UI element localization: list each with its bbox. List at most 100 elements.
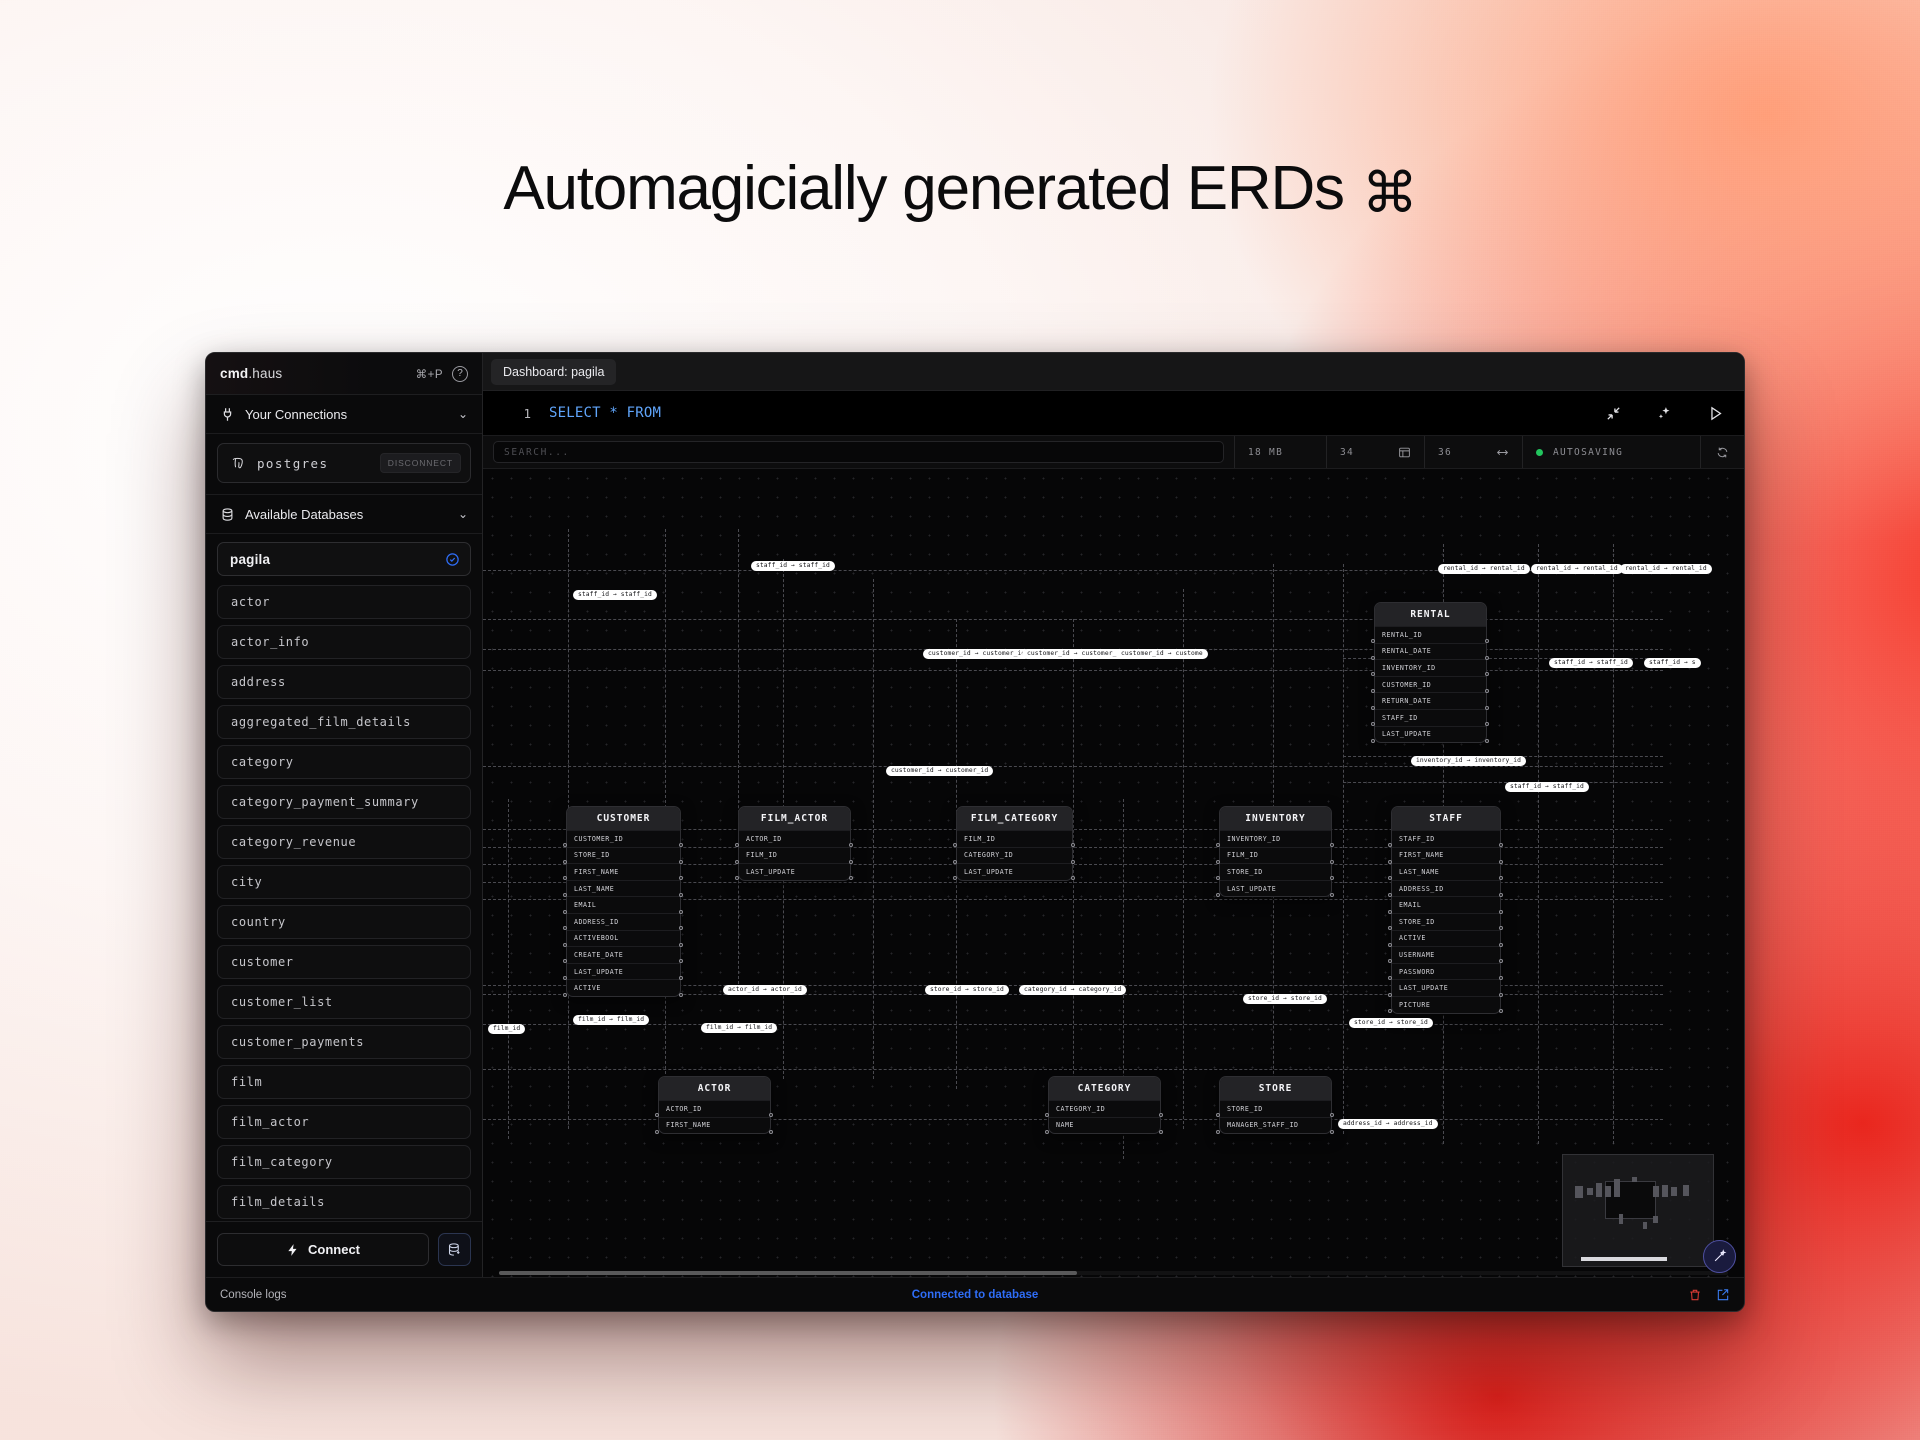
erd-port-right[interactable] xyxy=(769,1129,773,1134)
erd-port-left[interactable] xyxy=(1216,892,1220,897)
table-list-item[interactable]: category xyxy=(217,745,471,779)
erd-port-left[interactable] xyxy=(1216,859,1220,864)
collapse-icon[interactable] xyxy=(1605,405,1622,422)
erd-port-right[interactable] xyxy=(1159,1129,1163,1134)
erd-port-right[interactable] xyxy=(1071,859,1075,864)
erd-port-right[interactable] xyxy=(679,909,683,914)
erd-port-left[interactable] xyxy=(953,876,957,881)
erd-port-left[interactable] xyxy=(563,859,567,864)
erd-port-left[interactable] xyxy=(1371,705,1375,710)
chevron-down-icon[interactable]: ⌄ xyxy=(458,507,468,521)
erd-port-right[interactable] xyxy=(679,892,683,897)
erd-port-right[interactable] xyxy=(1499,975,1503,980)
table-list-item[interactable]: category_payment_summary xyxy=(217,785,471,819)
erd-port-left[interactable] xyxy=(1388,992,1392,997)
erd-port-right[interactable] xyxy=(679,876,683,881)
erd-port-right[interactable] xyxy=(1485,639,1489,644)
erd-table-inventory[interactable]: INVENTORY INVENTORY_ID FILM_ID STORE_ID LAST… xyxy=(1219,806,1332,898)
erd-canvas[interactable]: RENTAL RENTAL_ID RENTAL_DATE INVENTORY_ID CU… xyxy=(483,469,1744,1277)
help-circle-icon[interactable]: ? xyxy=(452,365,468,382)
database-item-pagila[interactable]: pagila xyxy=(217,542,471,576)
erd-port-right[interactable] xyxy=(1499,909,1503,914)
table-list-item[interactable]: actor_info xyxy=(217,625,471,659)
erd-port-right[interactable] xyxy=(1159,1113,1163,1118)
connection-item-postgres[interactable]: postgres DISCONNECT xyxy=(217,443,471,483)
erd-table-staff[interactable]: STAFF STAFF_ID FIRST_NAME LAST_NAME ADDRESS_… xyxy=(1391,806,1501,1014)
table-list-item[interactable]: category_revenue xyxy=(217,825,471,859)
erd-port-right[interactable] xyxy=(1499,843,1503,848)
erd-port-right[interactable] xyxy=(1071,843,1075,848)
table-list-item[interactable]: actor xyxy=(217,585,471,619)
erd-port-left[interactable] xyxy=(1388,942,1392,947)
table-list-item[interactable]: customer_list xyxy=(217,985,471,1019)
erd-port-right[interactable] xyxy=(769,1113,773,1118)
table-list-item[interactable]: city xyxy=(217,865,471,899)
erd-table-customer[interactable]: CUSTOMER CUSTOMER_ID STORE_ID FIRST_NAME LAS… xyxy=(566,806,681,997)
erd-table-actor[interactable]: ACTOR ACTOR_ID FIRST_NAME xyxy=(658,1076,771,1135)
erd-port-right[interactable] xyxy=(1485,722,1489,727)
erd-port-right[interactable] xyxy=(1330,1129,1334,1134)
erd-port-right[interactable] xyxy=(679,926,683,931)
erd-table-film_category[interactable]: FILM_CATEGORY FILM_ID CATEGORY_ID LAST_UPDA… xyxy=(956,806,1073,881)
refresh-button[interactable] xyxy=(1700,436,1744,468)
erd-port-left[interactable] xyxy=(1388,975,1392,980)
table-list-item[interactable]: film xyxy=(217,1065,471,1099)
erd-port-right[interactable] xyxy=(1330,843,1334,848)
erd-port-right[interactable] xyxy=(1485,738,1489,743)
erd-port-right[interactable] xyxy=(1499,876,1503,881)
horizontal-scrollbar[interactable] xyxy=(499,1271,1728,1275)
chevron-down-icon[interactable]: ⌄ xyxy=(458,407,468,421)
erd-port-right[interactable] xyxy=(1499,859,1503,864)
erd-port-right[interactable] xyxy=(849,876,853,881)
table-list-item[interactable]: address xyxy=(217,665,471,699)
erd-port-right[interactable] xyxy=(1499,892,1503,897)
disconnect-button[interactable]: DISCONNECT xyxy=(379,453,461,473)
trash-icon[interactable] xyxy=(1688,1288,1702,1302)
erd-port-right[interactable] xyxy=(1330,1113,1334,1118)
table-list-item[interactable]: customer_payments xyxy=(217,1025,471,1059)
tab-dashboard-pagila[interactable]: Dashboard: pagila xyxy=(491,358,617,385)
table-list[interactable]: actor actor_info address aggregated_film_de… xyxy=(206,585,482,1221)
erd-port-left[interactable] xyxy=(1371,688,1375,693)
erd-port-right[interactable] xyxy=(679,859,683,864)
erd-port-right[interactable] xyxy=(679,959,683,964)
erd-port-left[interactable] xyxy=(1371,655,1375,660)
erd-port-left[interactable] xyxy=(735,876,739,881)
table-list-item[interactable]: country xyxy=(217,905,471,939)
erd-port-right[interactable] xyxy=(1485,688,1489,693)
erd-port-left[interactable] xyxy=(655,1129,659,1134)
sidebar-section-databases[interactable]: Available Databases ⌄ xyxy=(206,495,482,534)
table-list-item[interactable]: film_actor xyxy=(217,1105,471,1139)
erd-port-right[interactable] xyxy=(849,843,853,848)
erd-port-left[interactable] xyxy=(1045,1129,1049,1134)
erd-port-right[interactable] xyxy=(1499,1009,1503,1014)
erd-port-right[interactable] xyxy=(1499,942,1503,947)
command-palette-shortcut[interactable]: ⌘+P xyxy=(416,367,443,381)
erd-port-left[interactable] xyxy=(563,942,567,947)
erd-port-right[interactable] xyxy=(1499,926,1503,931)
erd-port-left[interactable] xyxy=(1388,892,1392,897)
sql-editor[interactable]: 1 SELECT * FROM xyxy=(483,391,1744,436)
erd-port-left[interactable] xyxy=(1388,859,1392,864)
search-input[interactable]: SEARCH... xyxy=(493,441,1224,463)
export-icon[interactable] xyxy=(1716,1288,1730,1302)
erd-port-right[interactable] xyxy=(679,992,683,997)
table-list-item[interactable]: customer xyxy=(217,945,471,979)
erd-port-right[interactable] xyxy=(1485,655,1489,660)
erd-port-right[interactable] xyxy=(1330,859,1334,864)
magic-wand-button[interactable] xyxy=(1703,1240,1736,1273)
add-database-button[interactable] xyxy=(438,1233,471,1266)
erd-port-right[interactable] xyxy=(1071,876,1075,881)
erd-table-film_actor[interactable]: FILM_ACTOR ACTOR_ID FILM_ID LAST_UPDATE xyxy=(738,806,851,881)
sidebar-section-connections[interactable]: Your Connections ⌄ xyxy=(206,395,482,434)
erd-port-left[interactable] xyxy=(563,892,567,897)
minimap-scrollbar[interactable] xyxy=(1581,1257,1667,1261)
table-list-item[interactable]: film_details xyxy=(217,1185,471,1219)
erd-port-right[interactable] xyxy=(679,942,683,947)
erd-table-rental[interactable]: RENTAL RENTAL_ID RENTAL_DATE INVENTORY_ID CU… xyxy=(1374,602,1487,744)
erd-table-category[interactable]: CATEGORY CATEGORY_ID NAME xyxy=(1048,1076,1161,1135)
erd-port-left[interactable] xyxy=(953,859,957,864)
erd-port-right[interactable] xyxy=(679,975,683,980)
erd-port-right[interactable] xyxy=(849,859,853,864)
erd-port-left[interactable] xyxy=(563,975,567,980)
